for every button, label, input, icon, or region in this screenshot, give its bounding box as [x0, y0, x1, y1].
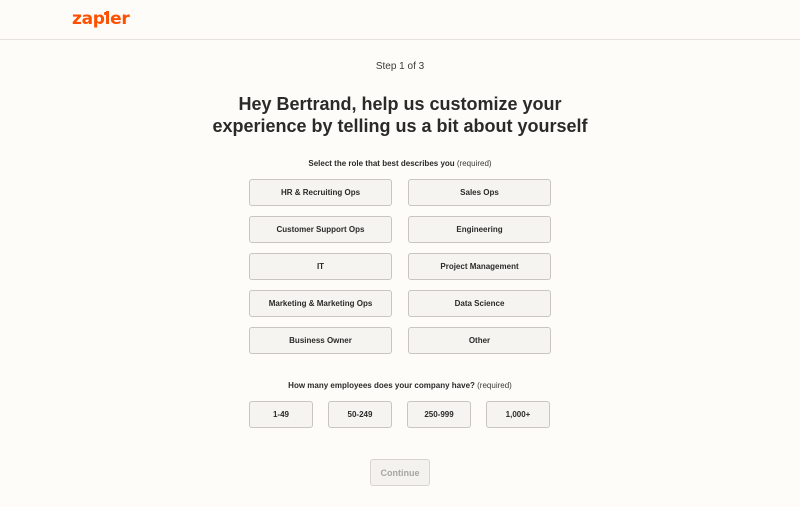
role-question-label: Select the role that best describes you … — [0, 159, 800, 168]
role-option-business-owner[interactable]: Business Owner — [249, 327, 392, 354]
employee-required-note: (required) — [477, 381, 512, 390]
role-option-sales-ops[interactable]: Sales Ops — [408, 179, 551, 206]
headline-line-2: experience by telling us a bit about you… — [212, 116, 588, 136]
role-option-other[interactable]: Other — [408, 327, 551, 354]
top-bar: zapier — [0, 0, 800, 40]
role-option-hr-recruiting-ops[interactable]: HR & Recruiting Ops — [249, 179, 392, 206]
headline-line-1: Hey Bertrand, help us customize your — [238, 94, 562, 114]
continue-button[interactable]: Continue — [370, 459, 430, 486]
role-option-marketing-ops[interactable]: Marketing & Marketing Ops — [249, 290, 392, 317]
role-option-customer-support-ops[interactable]: Customer Support Ops — [249, 216, 392, 243]
role-option-project-management[interactable]: Project Management — [408, 253, 551, 280]
role-question-text: Select the role that best describes you — [308, 159, 455, 168]
page-headline: Hey Bertrand, help us customize your exp… — [0, 93, 800, 137]
role-option-data-science[interactable]: Data Science — [408, 290, 551, 317]
role-options: HR & Recruiting Ops Sales Ops Customer S… — [249, 179, 551, 354]
employees-option-1-49[interactable]: 1-49 — [249, 401, 313, 428]
logo-mark-icon — [104, 12, 109, 15]
role-option-it[interactable]: IT — [249, 253, 392, 280]
employees-option-50-249[interactable]: 50-249 — [328, 401, 392, 428]
employee-question-label: How many employees does your company hav… — [0, 381, 800, 390]
employee-question-text: How many employees does your company hav… — [288, 381, 475, 390]
role-required-note: (required) — [456, 159, 492, 168]
role-option-engineering[interactable]: Engineering — [408, 216, 551, 243]
zapier-logo[interactable]: zapier — [72, 9, 130, 29]
employee-count-options: 1-49 50-249 250-999 1,000+ — [249, 401, 550, 428]
logo-text: zapier — [72, 9, 130, 29]
employees-option-250-999[interactable]: 250-999 — [407, 401, 471, 428]
step-indicator: Step 1 of 3 — [375, 61, 425, 72]
employees-option-1000-plus[interactable]: 1,000+ — [486, 401, 550, 428]
